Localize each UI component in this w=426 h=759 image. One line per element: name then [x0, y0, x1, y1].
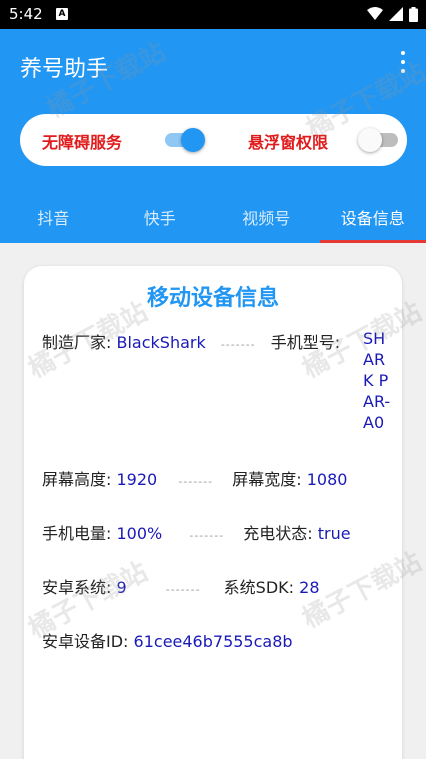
tab-device-info[interactable]: 设备信息 [319, 193, 426, 243]
manufacturer-row: 制造厂家: BlackShark ------- 手机型号: [42, 329, 340, 353]
tab-bar: 抖音 快手 视频号 设备信息 [0, 193, 426, 243]
wifi-icon [367, 7, 383, 20]
sdk-label: 系统SDK: [223, 578, 295, 597]
separator: ------- [189, 529, 225, 542]
device-id-row: 安卓设备ID: 61cee46b7555ca8b [42, 628, 293, 652]
app-header: 养号助手 无障碍服务 悬浮窗权限 抖音 快手 视频号 设备信息 [0, 29, 426, 243]
android-label: 安卓系统: [42, 578, 112, 597]
overlay-permission-switch[interactable] [358, 127, 400, 153]
battery-icon [409, 6, 418, 22]
screen-width-label: 屏幕宽度: [232, 470, 302, 489]
screen-width-value: 1080 [306, 470, 348, 489]
android-row: 安卓系统: 9 ------- 系统SDK: 28 [42, 574, 320, 598]
overlay-permission-label: 悬浮窗权限 [248, 133, 329, 152]
status-icons [367, 6, 418, 22]
charging-label: 充电状态: [243, 524, 313, 543]
sdk-value: 28 [299, 578, 320, 597]
status-time: 5:42 [9, 5, 43, 23]
manufacturer-value: BlackShark [116, 333, 206, 352]
notification-icon: A [56, 8, 68, 20]
device-info-card: 移动设备信息 制造厂家: BlackShark ------- 手机型号: SH… [24, 266, 402, 759]
battery-value: 100% [116, 524, 163, 543]
app-title: 养号助手 [20, 57, 109, 82]
more-options-icon[interactable] [398, 51, 408, 73]
switch-thumb [181, 128, 205, 152]
card-title: 移动设备信息 [146, 286, 279, 311]
screen-height-value: 1920 [116, 470, 158, 489]
separator: ------- [220, 338, 256, 351]
separator: ------- [165, 583, 201, 596]
manufacturer-label: 制造厂家: [42, 333, 112, 352]
screen-size-row: 屏幕高度: 1920 ------- 屏幕宽度: 1080 [42, 466, 347, 490]
device-id-value: 61cee46b7555ca8b [133, 632, 293, 651]
signal-icon [389, 7, 403, 21]
charging-value: true [317, 524, 351, 543]
accessibility-service-label: 无障碍服务 [42, 133, 123, 152]
screen-height-label: 屏幕高度: [42, 470, 112, 489]
battery-label: 手机电量: [42, 524, 112, 543]
accessibility-service-switch[interactable] [163, 127, 205, 153]
battery-row: 手机电量: 100% ------- 充电状态: true [42, 520, 351, 544]
status-bar: 5:42 A [0, 0, 426, 29]
tab-kuaishou[interactable]: 快手 [107, 193, 214, 243]
android-value: 9 [116, 578, 127, 597]
switch-thumb [358, 128, 382, 152]
permissions-card: 无障碍服务 悬浮窗权限 [20, 114, 407, 166]
separator: ------- [178, 475, 214, 488]
tab-douyin[interactable]: 抖音 [0, 193, 107, 243]
device-id-label: 安卓设备ID: [42, 632, 129, 651]
tab-shipinhao[interactable]: 视频号 [213, 193, 320, 243]
model-label: 手机型号: [270, 333, 341, 352]
model-value: SHARK PAR-A0 [363, 329, 391, 432]
